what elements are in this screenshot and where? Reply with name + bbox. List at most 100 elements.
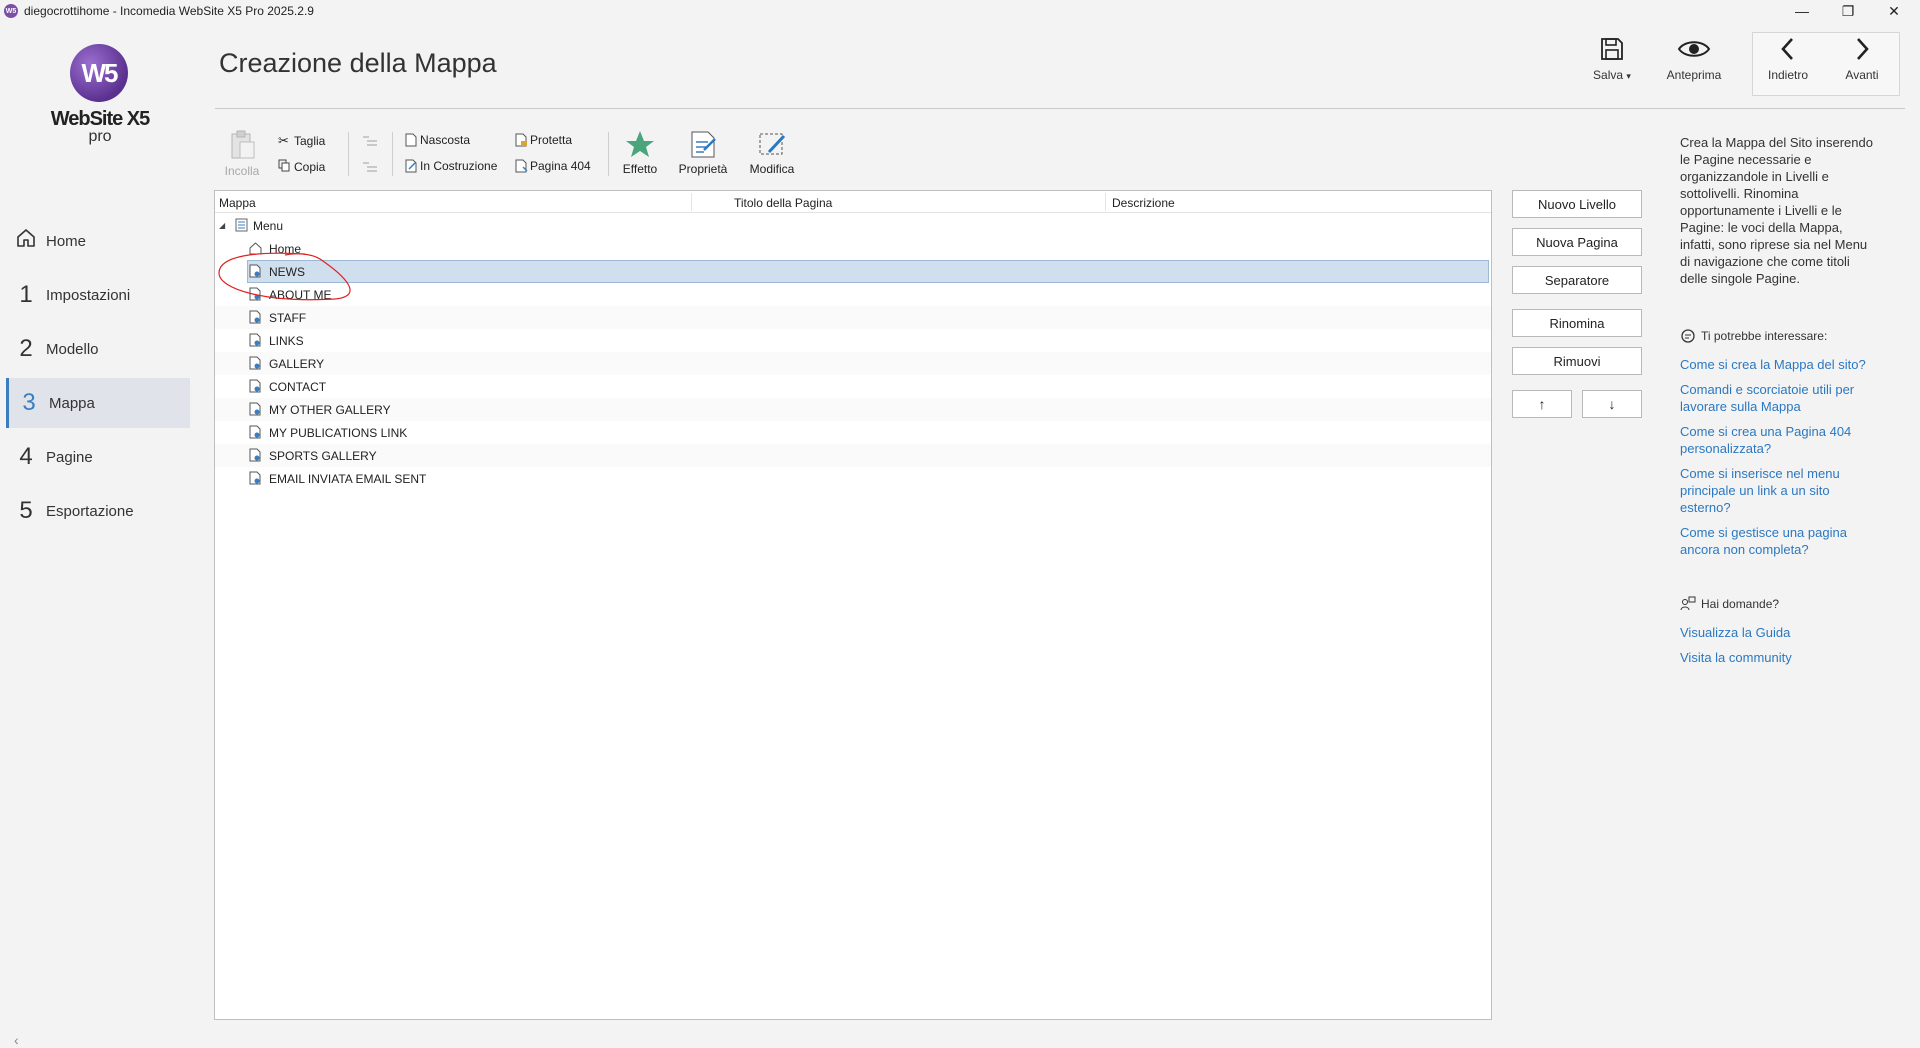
hidden-button[interactable]: Nascosta (404, 133, 470, 147)
hidden-label: Nascosta (420, 133, 471, 147)
tree-row-links[interactable]: LINKS (215, 329, 1491, 352)
preview-label: Anteprima (1666, 68, 1722, 82)
step-number: 2 (19, 335, 33, 362)
interest-heading: Ti potrebbe interessare: (1680, 328, 1827, 344)
page404-button[interactable]: Pagina 404 (514, 159, 591, 173)
protected-button[interactable]: Protetta (514, 133, 572, 147)
copy-button[interactable]: Copia (278, 159, 325, 175)
edit-icon (759, 133, 786, 155)
tree-label: MY PUBLICATIONS LINK (269, 425, 408, 440)
preview-button[interactable]: Anteprima (1658, 36, 1730, 96)
save-icon (1601, 38, 1623, 60)
eye-icon (1677, 41, 1711, 57)
save-button[interactable]: Salva ▾ (1576, 36, 1648, 96)
page404-icon (515, 159, 528, 173)
back-button[interactable]: Indietro (1752, 36, 1824, 96)
help-link[interactable]: Come si crea la Mappa del sito? (1680, 356, 1880, 373)
questions-heading-label: Hai domande? (1701, 597, 1780, 611)
toolbar-separator (348, 132, 349, 176)
tree-label: GALLERY (269, 356, 325, 371)
tree-label: CONTACT (269, 379, 327, 394)
tree-label: STAFF (269, 310, 307, 325)
tree-row-my-other-gallery[interactable]: MY OTHER GALLERY (215, 398, 1491, 421)
new-level-button[interactable]: Nuovo Livello (1512, 190, 1642, 218)
effect-button[interactable]: Effetto (610, 130, 670, 180)
under-construction-button[interactable]: In Costruzione (404, 159, 497, 173)
move-down-button[interactable]: ↓ (1582, 390, 1642, 418)
chevron-left-icon (1781, 38, 1793, 60)
help-link[interactable]: Come si crea una Pagina 404 personalizza… (1680, 423, 1880, 457)
collapse-sidebar-button[interactable]: ‹ (14, 1032, 19, 1048)
home-icon (6, 227, 46, 256)
page-icon (249, 448, 261, 462)
under-construction-label: In Costruzione (420, 159, 498, 173)
sidebar-item-impostazioni[interactable]: 1 Impostazioni (6, 270, 190, 320)
column-divider (1105, 193, 1106, 211)
page-icon (249, 333, 261, 347)
tree-row-gallery[interactable]: GALLERY (215, 352, 1491, 375)
logo-edition: pro (88, 128, 112, 145)
restore-button[interactable]: ❐ (1828, 0, 1868, 22)
title-bar: W5 diegocrottihome - Incomedia WebSite X… (0, 0, 1920, 22)
edit-button[interactable]: Modifica (742, 130, 802, 180)
minimize-button[interactable]: — (1782, 0, 1822, 22)
step-number: 1 (19, 281, 33, 308)
separator-button[interactable]: Separatore (1512, 266, 1642, 294)
protected-page-icon (515, 133, 527, 147)
new-page-button[interactable]: Nuova Pagina (1512, 228, 1642, 256)
cut-button[interactable]: ✂ Taglia (278, 133, 325, 149)
sidebar: W5 WebSite X5 pro Home 1 Impostazioni 2 … (0, 22, 200, 1048)
forward-button[interactable]: Avanti (1826, 36, 1898, 96)
window-title: diegocrottihome - Incomedia WebSite X5 P… (24, 4, 314, 18)
community-link[interactable]: Visita la community (1680, 649, 1880, 666)
help-intro: Crea la Mappa del Sito inserendo le Pagi… (1680, 135, 1873, 286)
outdent-icon (363, 162, 377, 172)
site-map-tree[interactable]: Mappa Titolo della Pagina Descrizione ◢ … (214, 190, 1492, 1020)
effect-label: Effetto (622, 162, 658, 176)
indent-button[interactable] (362, 135, 378, 147)
tree-row-contact[interactable]: CONTACT (215, 375, 1491, 398)
copy-icon (278, 159, 294, 175)
annotation-circle (218, 252, 351, 301)
paste-label: Incolla (224, 164, 260, 178)
page-icon (249, 356, 261, 370)
sidebar-item-mappa[interactable]: 3 Mappa (6, 378, 190, 428)
app-logo: W5 WebSite X5 pro (50, 44, 150, 164)
sidebar-item-home[interactable]: Home (6, 216, 190, 266)
app-icon: W5 (4, 4, 18, 18)
close-button[interactable]: ✕ (1874, 0, 1914, 22)
help-link[interactable]: Come si inserisce nel menu principale un… (1680, 465, 1880, 516)
sidebar-item-modello[interactable]: 2 Modello (6, 324, 190, 374)
page-title: Creazione della Mappa (219, 48, 497, 78)
sidebar-item-label: Home (46, 232, 87, 250)
help-link[interactable]: Comandi e scorciatoie utili per lavorare… (1680, 381, 1880, 415)
chevron-right-icon (1857, 38, 1869, 60)
tree-label: MY OTHER GALLERY (269, 402, 391, 417)
clipboard-icon (231, 130, 255, 159)
tree-row-my-publications-link[interactable]: MY PUBLICATIONS LINK (215, 421, 1491, 444)
properties-button[interactable]: Proprietà (673, 130, 733, 180)
rename-button[interactable]: Rinomina (1512, 309, 1642, 337)
under-construction-icon (405, 159, 417, 173)
tree-label: LINKS (269, 333, 304, 348)
outdent-button[interactable] (362, 161, 378, 173)
remove-button[interactable]: Rimuovi (1512, 347, 1642, 375)
paste-button[interactable]: Incolla (212, 130, 272, 180)
column-header-page-title[interactable]: Titolo della Pagina (734, 196, 832, 210)
column-header-description[interactable]: Descrizione (1112, 196, 1175, 210)
page404-label: Pagina 404 (530, 159, 591, 173)
logo-mark: W5 (70, 44, 128, 102)
step-number: 5 (19, 497, 33, 524)
sidebar-item-pagine[interactable]: 4 Pagine (6, 432, 190, 482)
help-link[interactable]: Come si gestisce una pagina ancora non c… (1680, 524, 1880, 558)
sidebar-item-label: Impostazioni (46, 286, 131, 304)
sidebar-item-label: Modello (46, 340, 99, 358)
tree-row-email-inviata[interactable]: EMAIL INVIATA EMAIL SENT (215, 467, 1491, 490)
move-up-button[interactable]: ↑ (1512, 390, 1572, 418)
edit-label: Modifica (749, 162, 795, 176)
tree-row-sports-gallery[interactable]: SPORTS GALLERY (215, 444, 1491, 467)
save-label: Salva (1593, 68, 1624, 82)
page-icon (249, 471, 261, 485)
sidebar-item-esportazione[interactable]: 5 Esportazione (6, 486, 190, 536)
guide-link[interactable]: Visualizza la Guida (1680, 624, 1880, 641)
